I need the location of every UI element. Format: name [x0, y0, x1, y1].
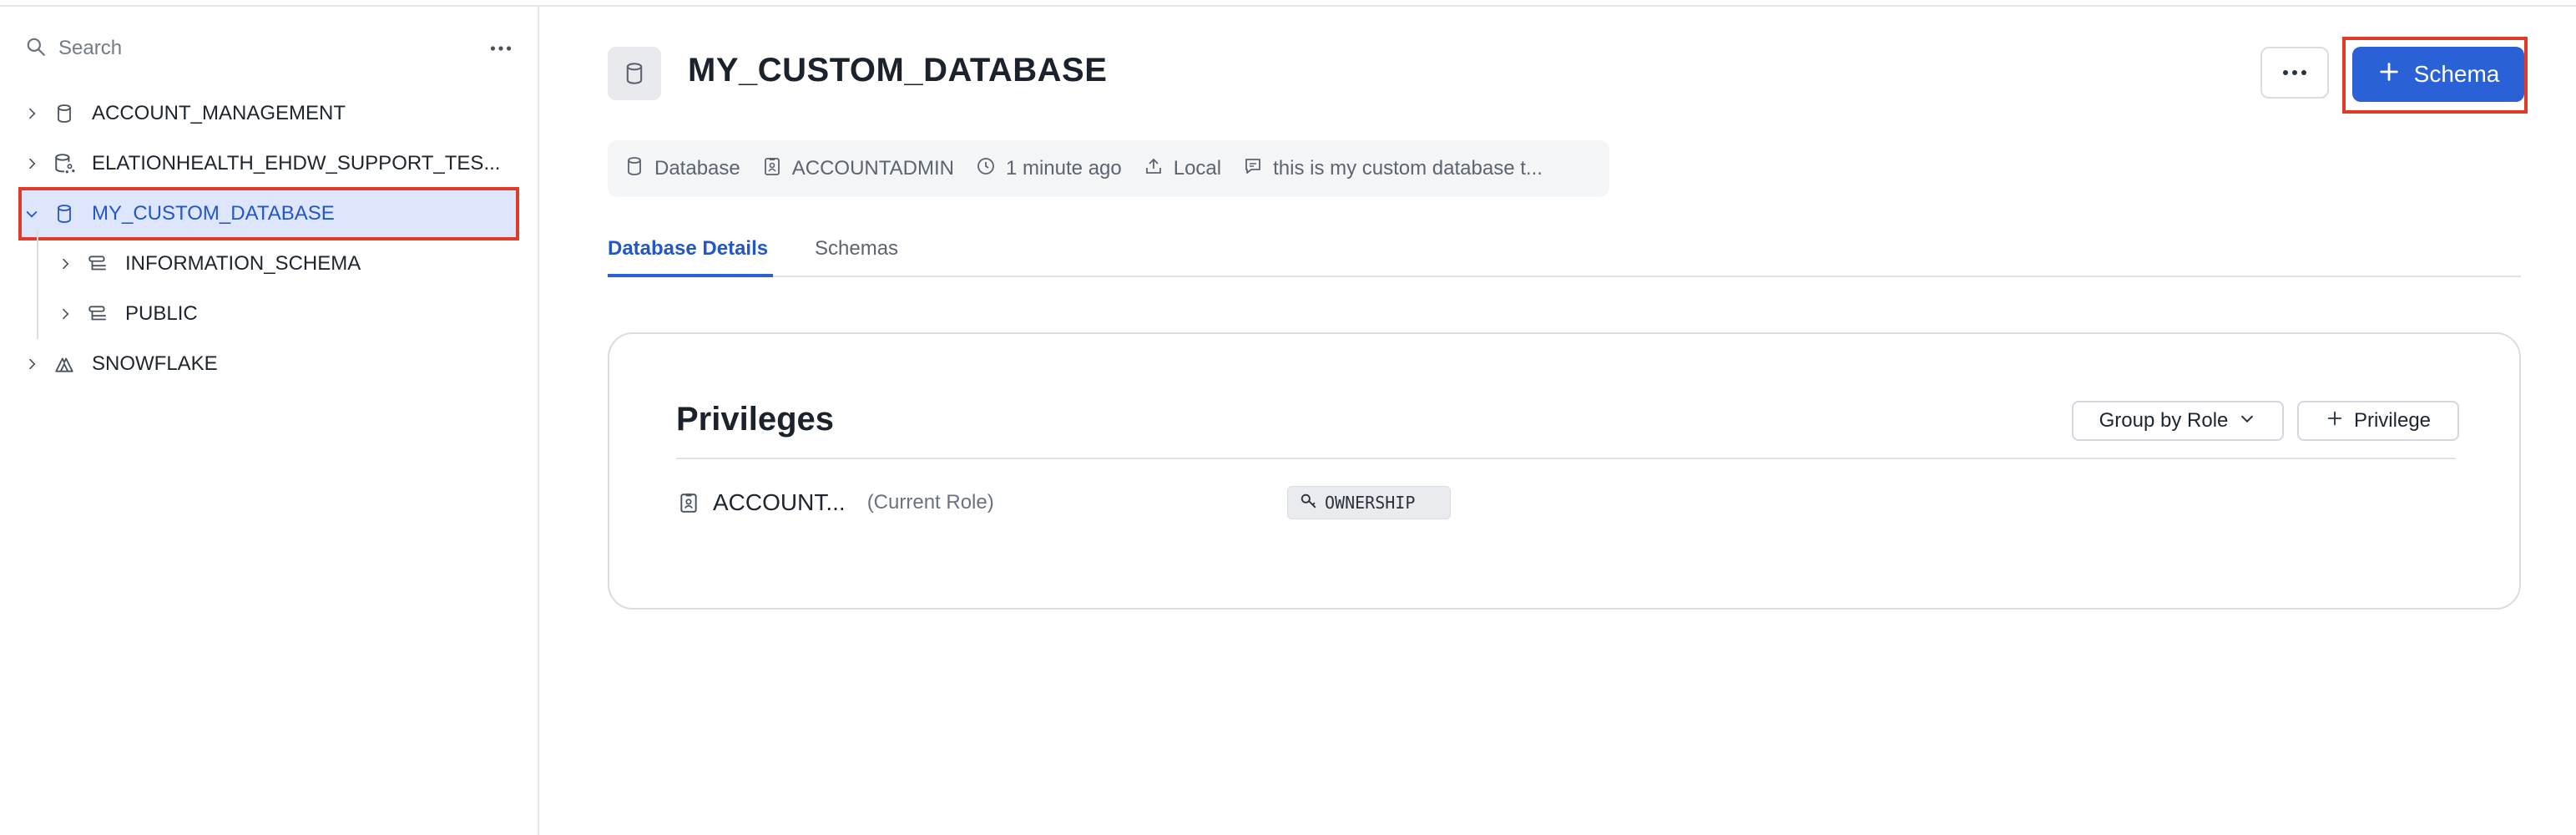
- meta-owner[interactable]: ACCOUNTADMIN: [762, 156, 954, 182]
- database-icon: [52, 201, 77, 226]
- tree-item-label: INFORMATION_SCHEMA: [125, 252, 361, 275]
- chevron-right-icon[interactable]: [20, 352, 43, 376]
- tree-item-account-management[interactable]: ACCOUNT_MANAGEMENT: [20, 89, 518, 139]
- chevron-right-icon[interactable]: [53, 302, 77, 326]
- database-icon: [608, 47, 661, 100]
- meta-comment-label: this is my custom database t...: [1273, 157, 1543, 180]
- privilege-row: ACCOUNT... (Current Role) OWNERSHIP: [676, 478, 2456, 528]
- tree-item-label: PUBLIC: [125, 302, 198, 325]
- sidebar-search[interactable]: Search: [25, 30, 518, 67]
- upload-icon: [1144, 156, 1174, 182]
- meta-source: Local: [1144, 156, 1221, 182]
- tab-schemas[interactable]: Schemas: [815, 237, 898, 261]
- tree-item-information-schema[interactable]: INFORMATION_SCHEMA: [53, 239, 518, 289]
- add-schema-button[interactable]: Schema: [2352, 47, 2524, 102]
- comment-icon: [1243, 156, 1273, 182]
- plus-icon: [2377, 60, 2414, 89]
- meta-type-label: Database: [654, 157, 740, 180]
- group-by-role-dropdown[interactable]: Group by Role: [2072, 401, 2284, 441]
- sidebar-more-icon[interactable]: [484, 32, 518, 65]
- role-name[interactable]: ACCOUNT...: [713, 489, 846, 516]
- tree-item-snowflake[interactable]: SNOWFLAKE: [20, 339, 518, 389]
- schema-button-label: Schema: [2413, 61, 2500, 87]
- group-by-label: Group by Role: [2099, 409, 2229, 432]
- tab-database-details[interactable]: Database Details: [608, 237, 768, 261]
- search-icon: [25, 36, 47, 62]
- plus-icon: [2326, 409, 2354, 433]
- privilege-badge: OWNERSHIP: [1287, 486, 1451, 519]
- add-privilege-button[interactable]: Privilege: [2297, 401, 2459, 441]
- schema-icon: [85, 301, 110, 326]
- schema-button-highlight: Schema: [2342, 37, 2528, 114]
- shared-database-icon: [52, 151, 77, 176]
- chevron-right-icon[interactable]: [20, 102, 43, 125]
- clock-icon: [976, 156, 1006, 182]
- detail-tabs: Database Details Schemas: [608, 222, 2521, 277]
- metadata-bar: Database ACCOUNTADMIN 1 minute ago Local…: [608, 140, 1609, 197]
- top-border: [0, 0, 2576, 7]
- meta-comment[interactable]: this is my custom database t...: [1243, 156, 1543, 182]
- add-privilege-label: Privilege: [2353, 409, 2432, 432]
- key-icon: [1300, 492, 1325, 514]
- tree-item-my-custom-database[interactable]: MY_CUSTOM_DATABASE: [18, 187, 519, 240]
- privileges-title: Privileges: [676, 401, 835, 438]
- snowflake-app-icon: [52, 352, 77, 377]
- meta-source-label: Local: [1173, 157, 1222, 180]
- meta-type: Database: [624, 156, 740, 182]
- current-role-note: (Current Role): [866, 491, 994, 514]
- page-title: MY_CUSTOM_DATABASE: [688, 52, 1108, 89]
- tree-item-label: SNOWFLAKE: [92, 352, 218, 375]
- database-icon: [52, 101, 77, 126]
- meta-created: 1 minute ago: [976, 156, 1122, 182]
- chevron-down-icon[interactable]: [20, 202, 43, 225]
- role-badge-icon: [762, 156, 792, 182]
- divider: [676, 458, 2456, 459]
- more-actions-button[interactable]: [2260, 47, 2329, 99]
- schema-icon: [85, 251, 110, 276]
- tree-item-public[interactable]: PUBLIC: [53, 289, 518, 339]
- object-explorer-sidebar: Search ACCOUNT_MANAGEMENT ELATIONHEALTH_…: [0, 7, 539, 835]
- active-tab-indicator: [608, 274, 773, 277]
- role-badge-icon: [676, 490, 701, 515]
- chevron-right-icon[interactable]: [53, 252, 77, 276]
- meta-owner-label: ACCOUNTADMIN: [791, 157, 954, 180]
- chevron-right-icon[interactable]: [20, 152, 43, 175]
- privileges-card: Privileges Group by Role Privilege ACCOU…: [608, 332, 2521, 610]
- meta-created-label: 1 minute ago: [1005, 157, 1122, 180]
- tree-item-label: MY_CUSTOM_DATABASE: [92, 202, 335, 225]
- tree-guide-line: [37, 229, 38, 339]
- tree-item-label: ELATIONHEALTH_EHDW_SUPPORT_TES...: [92, 152, 501, 175]
- chevron-down-icon: [2228, 409, 2256, 433]
- more-icon: [2282, 65, 2307, 80]
- tree-item-label: ACCOUNT_MANAGEMENT: [92, 102, 346, 124]
- tree-item-elationhealth[interactable]: ELATIONHEALTH_EHDW_SUPPORT_TES...: [20, 139, 518, 189]
- search-input[interactable]: Search: [58, 37, 484, 60]
- privilege-label: OWNERSHIP: [1325, 493, 1416, 513]
- database-detail-panel: MY_CUSTOM_DATABASE Schema Database ACCOU…: [541, 7, 2576, 835]
- database-icon: [624, 156, 654, 182]
